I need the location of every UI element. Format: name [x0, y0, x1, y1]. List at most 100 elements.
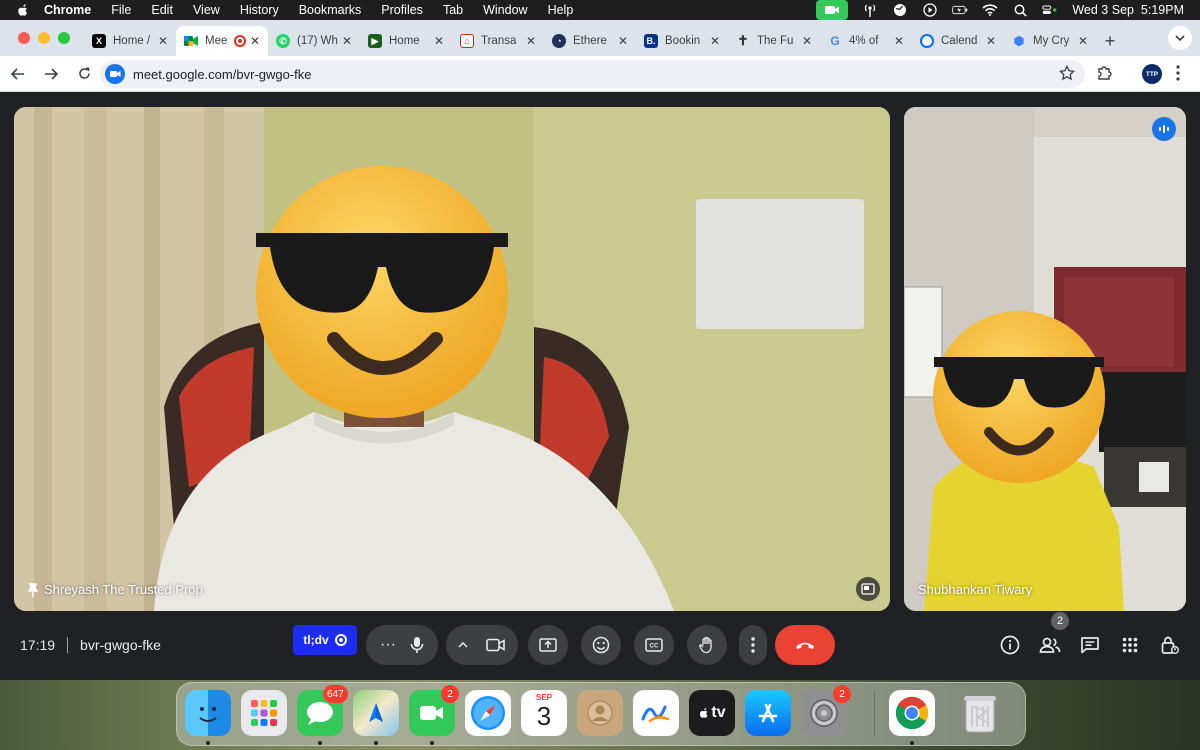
apple-logo-icon[interactable] [16, 3, 30, 17]
close-tab-icon[interactable]: ✕ [802, 34, 812, 48]
hang-up-icon [796, 642, 814, 649]
google-meet-icon [184, 34, 198, 48]
host-controls-button[interactable] [1150, 625, 1190, 665]
tab-google-search[interactable]: G 4% of ✕ [820, 26, 912, 56]
menu-file[interactable]: File [111, 3, 131, 17]
chevron-up-icon[interactable] [458, 642, 468, 648]
menu-profiles[interactable]: Profiles [381, 3, 423, 17]
people-button[interactable] [1030, 625, 1070, 665]
tab-whatsapp[interactable]: ✆ (17) Wh ✕ [268, 26, 360, 56]
menu-edit[interactable]: Edit [151, 3, 173, 17]
messages-icon[interactable]: 647 [297, 685, 348, 736]
reload-button[interactable] [69, 59, 99, 89]
audio-options-button[interactable]: ··· [380, 636, 396, 654]
leave-call-button[interactable] [775, 625, 835, 665]
system-settings-icon[interactable]: 2 [801, 685, 851, 736]
extensions-puzzle-icon[interactable] [1096, 64, 1114, 82]
forward-button[interactable] [36, 59, 66, 89]
tab-calendly[interactable]: Calend ✕ [912, 26, 1004, 56]
main-participant-tile[interactable]: Shreyash The Trusted Prop [14, 107, 890, 611]
chat-button[interactable] [1070, 625, 1110, 665]
play-circle-icon[interactable] [922, 2, 938, 18]
safari-icon[interactable] [465, 690, 511, 736]
trash-icon[interactable] [957, 690, 1003, 736]
contacts-icon[interactable] [577, 690, 623, 736]
url-text[interactable]: meet.google.com/bvr-gwgo-fke [133, 67, 311, 82]
present-screen-icon [539, 638, 557, 652]
divider [67, 637, 69, 653]
menu-window[interactable]: Window [483, 3, 527, 17]
close-tab-icon[interactable]: ✕ [526, 34, 536, 48]
close-window-button[interactable] [18, 32, 30, 44]
tab-transactions[interactable]: ⌂ Transa ✕ [452, 26, 544, 56]
close-tab-icon[interactable]: ✕ [250, 34, 260, 48]
present-screen-button[interactable] [528, 625, 568, 665]
close-tab-icon[interactable]: ✕ [986, 34, 996, 48]
close-tab-icon[interactable]: ✕ [434, 34, 444, 48]
tab-booking[interactable]: B. Bookin ✕ [636, 26, 728, 56]
back-button[interactable] [3, 59, 33, 89]
launchpad-icon[interactable] [241, 690, 287, 736]
zoom-window-button[interactable] [58, 32, 70, 44]
raise-hand-button[interactable] [687, 625, 727, 665]
antenna-icon[interactable] [862, 2, 878, 18]
reactions-button[interactable] [581, 625, 621, 665]
close-tab-icon[interactable]: ✕ [710, 34, 720, 48]
camera-in-use-icon[interactable] [816, 0, 849, 20]
activities-button[interactable] [1110, 625, 1150, 665]
pin-icon[interactable] [28, 582, 38, 597]
meeting-info: 17:19 bvr-gwgo-fke [20, 637, 161, 653]
tab-search-button[interactable] [1168, 26, 1192, 50]
microphone-icon[interactable] [410, 636, 424, 654]
new-tab-button[interactable]: + [1096, 26, 1124, 56]
side-participant-tile[interactable]: Shubhankan Tiwary [904, 107, 1186, 611]
camera-icon[interactable] [486, 638, 506, 652]
freeform-icon[interactable] [633, 690, 679, 736]
facetime-icon[interactable]: 2 [409, 685, 459, 736]
vpn-globe-icon[interactable] [892, 2, 908, 18]
minimize-window-button[interactable] [38, 32, 50, 44]
battery-icon[interactable] [952, 2, 968, 18]
chrome-menu-icon[interactable] [1176, 65, 1180, 81]
calendar-icon[interactable]: SEP 3 [521, 690, 567, 736]
tab-my-crypto[interactable]: ⬢ My Cry ✕ [1004, 26, 1096, 56]
wifi-icon[interactable] [982, 2, 998, 18]
tab-home[interactable]: ▶ Home ✕ [360, 26, 452, 56]
apple-tv-icon[interactable]: tv [689, 690, 735, 736]
menu-tab[interactable]: Tab [443, 3, 463, 17]
app-store-icon[interactable] [745, 690, 791, 736]
close-tab-icon[interactable]: ✕ [618, 34, 628, 48]
menu-bar-clock[interactable]: Wed 3 Sep 5:19PM [1072, 3, 1184, 17]
tab-etherscan[interactable]: ◔ Ethere ✕ [544, 26, 636, 56]
captions-button[interactable]: CC [634, 625, 674, 665]
close-tab-icon[interactable]: ✕ [342, 34, 352, 48]
chrome-icon[interactable] [889, 690, 935, 736]
address-bar[interactable]: meet.google.com/bvr-gwgo-fke [100, 60, 1085, 88]
main-video-feed [14, 107, 890, 611]
menu-view[interactable]: View [193, 3, 220, 17]
lock-person-icon [1161, 636, 1179, 654]
maps-icon[interactable] [353, 690, 399, 736]
tab-the-fu[interactable]: ✝ The Fu ✕ [728, 26, 820, 56]
site-info-icon[interactable] [105, 64, 125, 84]
menu-app-name[interactable]: Chrome [44, 3, 91, 17]
spotlight-search-icon[interactable] [1012, 2, 1028, 18]
tldv-recorder-button[interactable]: tl;dv [293, 625, 357, 655]
meeting-code: bvr-gwgo-fke [80, 637, 161, 653]
tab-x-home[interactable]: X Home / ✕ [84, 26, 176, 56]
close-tab-icon[interactable]: ✕ [1078, 34, 1088, 48]
tile-fullscreen-button[interactable] [856, 577, 880, 601]
profile-avatar[interactable]: TTP [1142, 64, 1162, 84]
chat-icon [1081, 637, 1099, 654]
finder-icon[interactable] [185, 690, 231, 736]
meeting-details-button[interactable] [990, 625, 1030, 665]
menu-help[interactable]: Help [548, 3, 574, 17]
more-options-button[interactable] [739, 625, 767, 665]
close-tab-icon[interactable]: ✕ [894, 34, 904, 48]
menu-bookmarks[interactable]: Bookmarks [299, 3, 362, 17]
menu-history[interactable]: History [240, 3, 279, 17]
control-center-icon[interactable] [1042, 2, 1058, 18]
close-tab-icon[interactable]: ✕ [158, 34, 168, 48]
tab-google-meet[interactable]: Mee ✕ [176, 26, 268, 56]
bookmark-star-icon[interactable] [1059, 65, 1075, 81]
